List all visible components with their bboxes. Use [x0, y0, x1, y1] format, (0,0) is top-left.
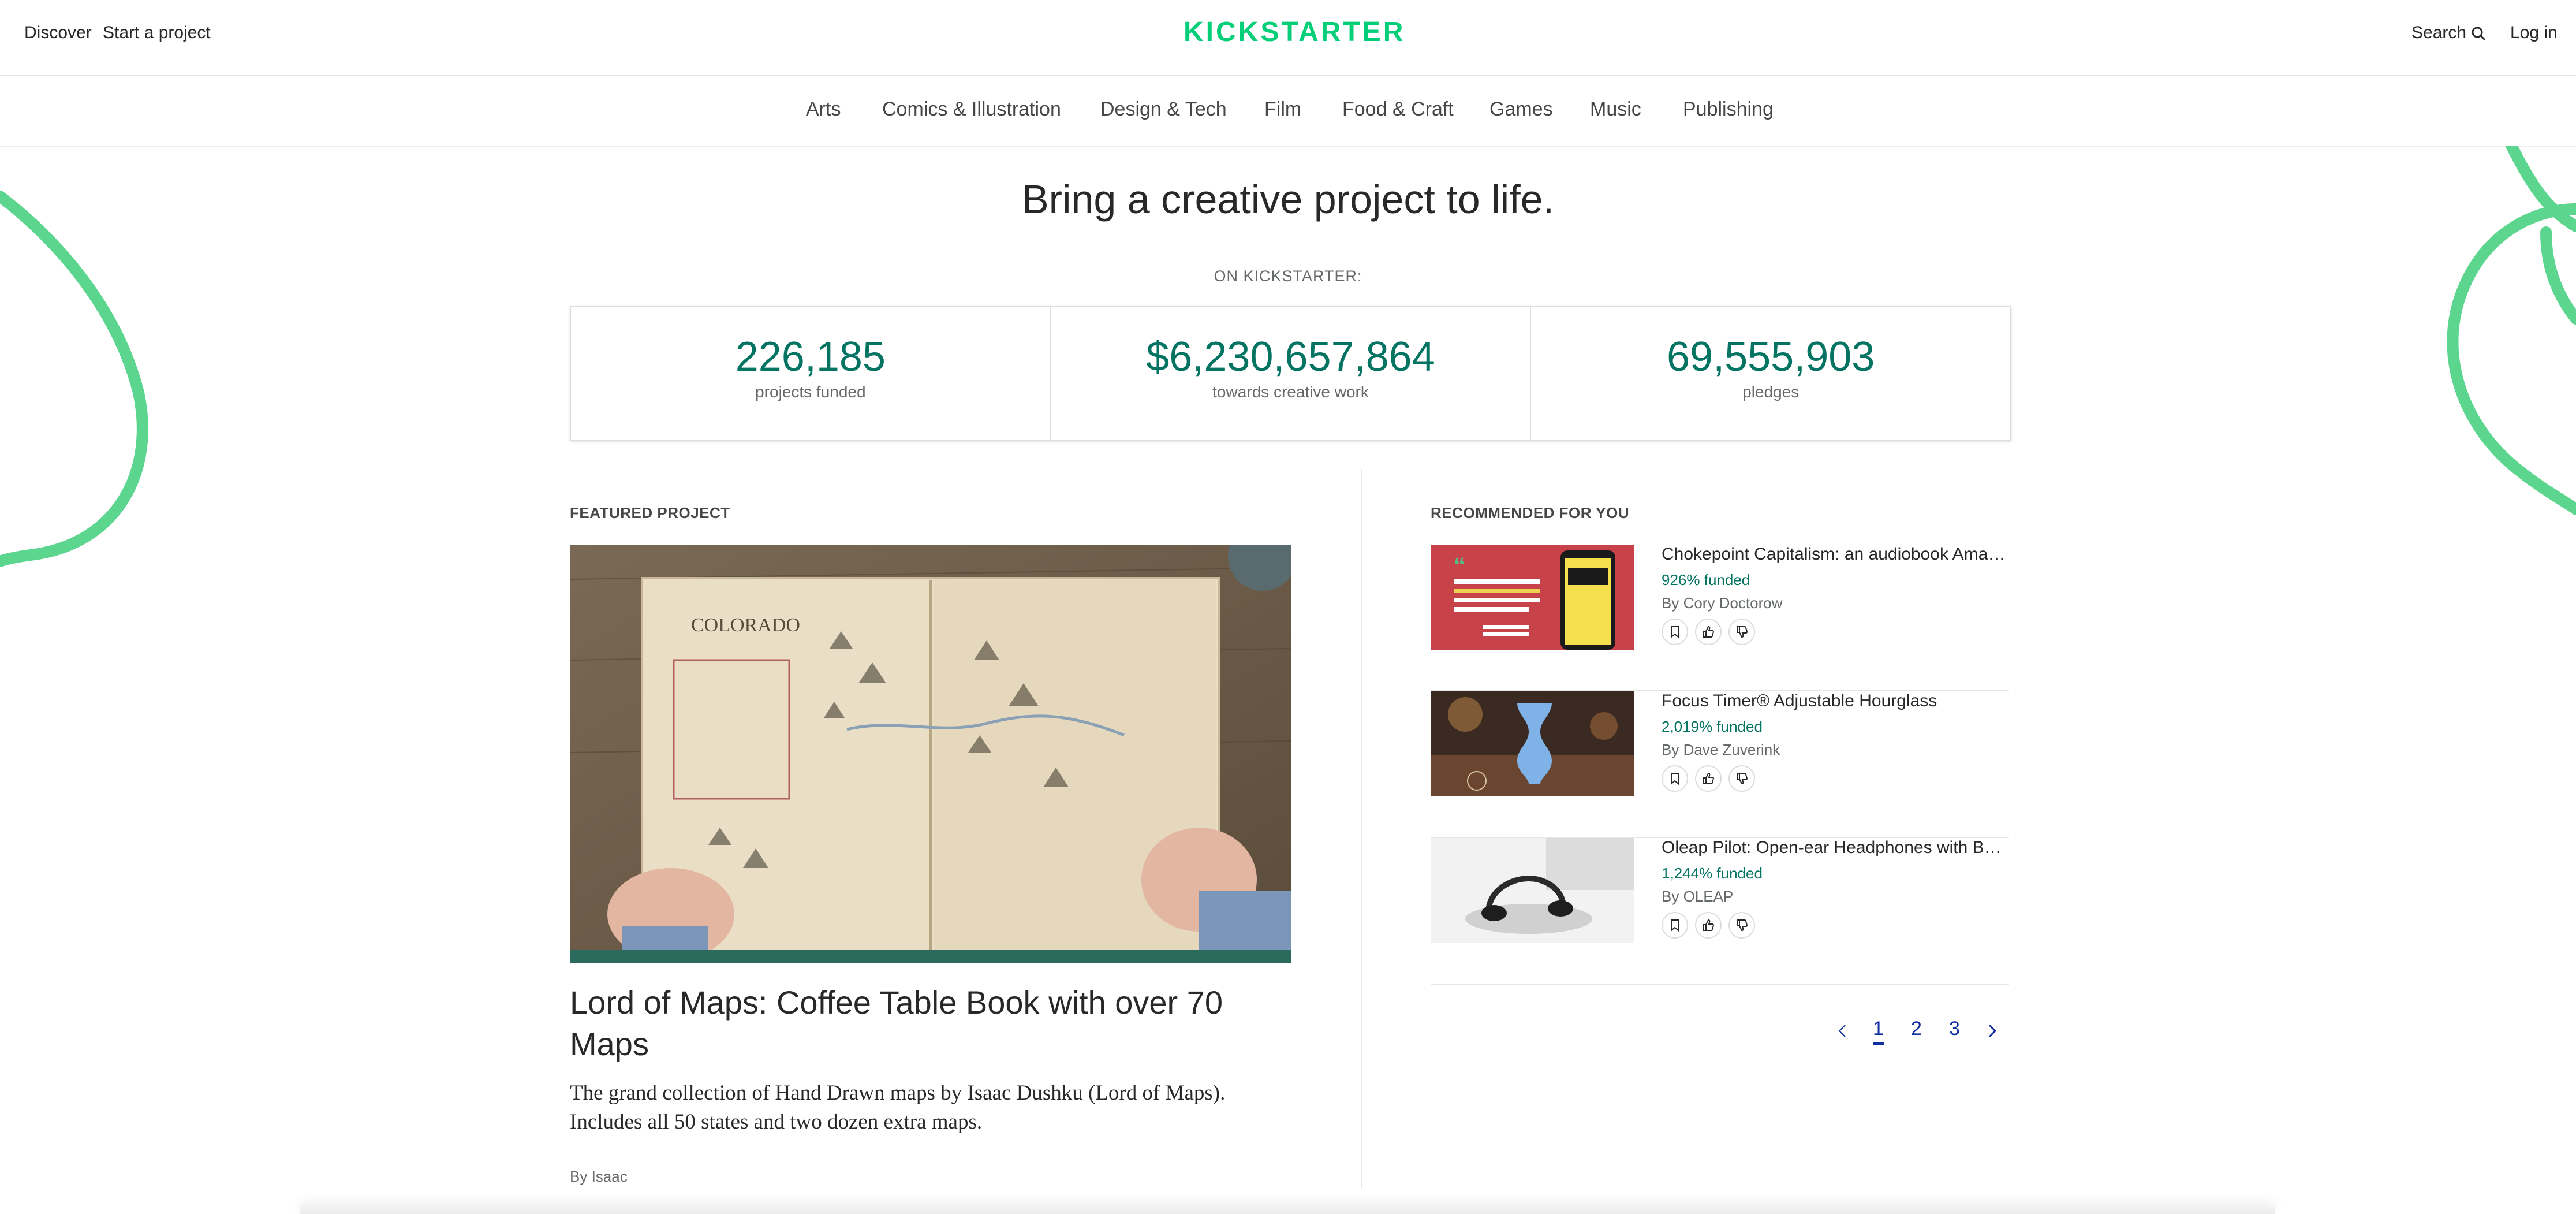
project-thumbnail[interactable]: [1431, 838, 1634, 943]
thumbs-down-button[interactable]: [1728, 619, 1755, 645]
category-games[interactable]: Games: [1489, 98, 1553, 121]
previous-page-icon[interactable]: [1836, 1022, 1849, 1040]
search-label: Search: [2411, 23, 2467, 42]
featured-project-title[interactable]: Lord of Maps: Coffee Table Book with ove…: [570, 982, 1291, 1065]
category-nav: Arts Comics & Illustration Design & Tech…: [0, 76, 2576, 147]
top-navigation-bar: Discover Start a project KICKSTARTER Sea…: [0, 0, 2576, 76]
next-page-icon[interactable]: [1986, 1022, 1999, 1040]
featured-section-label: FEATURED PROJECT: [570, 504, 730, 522]
bookmark-icon: [1671, 773, 1679, 785]
stats-label: ON KICKSTARTER:: [1214, 267, 1362, 285]
project-creator[interactable]: By Dave Zuverink: [1662, 741, 1780, 759]
hero-title: Bring a creative project to life.: [1021, 177, 1555, 222]
thumbs-down-button[interactable]: [1728, 912, 1755, 939]
image-accent-bar: [570, 950, 1291, 963]
bookmark-button[interactable]: [1662, 619, 1688, 645]
recommended-item[interactable]: “ Chokepoint Capitalism: an audiobook Am…: [1431, 545, 2009, 691]
bottom-panel-edge: [300, 1206, 2275, 1214]
hourglass-thumbnail-art: [1431, 691, 1634, 796]
thumbs-down-button[interactable]: [1728, 765, 1755, 792]
featured-project-image[interactable]: COLORADO: [570, 545, 1291, 963]
map-book-illustration: COLORADO: [570, 545, 1291, 963]
thumbs-up-button[interactable]: [1695, 765, 1722, 792]
project-title[interactable]: Chokepoint Capitalism: an audiobook Amaz…: [1662, 545, 2009, 564]
recommended-item[interactable]: Focus Timer® Adjustable Hourglass 2,019%…: [1431, 691, 2009, 838]
project-thumbnail[interactable]: [1431, 691, 1634, 796]
featured-project-blurb: The grand collection of Hand Drawn maps …: [570, 1081, 1226, 1134]
column-divider: [1361, 469, 1362, 1188]
stat-value: 69,555,903: [1667, 334, 1875, 380]
stat-label: pledges: [1742, 383, 1800, 401]
stat-pledges: 69,555,903 pledges: [1531, 307, 2010, 440]
stats-panel: 226,185 projects funded $6,230,657,864 t…: [570, 306, 2011, 441]
project-creator[interactable]: By Cory Doctorow: [1662, 594, 1783, 612]
stat-label: towards creative work: [1212, 383, 1369, 401]
category-arts[interactable]: Arts: [806, 98, 841, 121]
thumbs-up-icon: [1703, 625, 1715, 638]
bookmark-button[interactable]: [1662, 912, 1688, 939]
funded-percentage: 2,019% funded: [1662, 718, 1763, 735]
project-thumbnail[interactable]: “: [1431, 545, 1634, 650]
audiobook-thumbnail-art: “: [1431, 545, 1634, 650]
decorative-squiggle-left: [0, 191, 148, 567]
category-film[interactable]: Film: [1264, 98, 1301, 121]
page-1-link[interactable]: 1: [1873, 1018, 1884, 1045]
funded-percentage: 926% funded: [1662, 571, 1750, 589]
bookmark-icon: [1671, 626, 1679, 638]
kickstarter-logo[interactable]: KICKSTARTER: [1184, 16, 1405, 48]
project-actions: [1662, 765, 1755, 792]
project-creator[interactable]: By OLEAP: [1662, 888, 1733, 906]
category-design-tech[interactable]: Design & Tech: [1100, 98, 1227, 121]
stat-projects-funded: 226,185 projects funded: [571, 307, 1051, 440]
discover-link[interactable]: Discover: [24, 23, 92, 43]
login-link[interactable]: Log in: [2510, 23, 2558, 43]
project-actions: [1662, 619, 1755, 645]
stat-value: $6,230,657,864: [1146, 334, 1435, 380]
project-title[interactable]: Focus Timer® Adjustable Hourglass: [1662, 691, 2009, 711]
thumbs-up-button[interactable]: [1695, 912, 1722, 939]
funded-percentage: 1,244% funded: [1662, 865, 1763, 882]
thumbs-up-icon: [1703, 772, 1715, 784]
thumbs-up-button[interactable]: [1695, 619, 1722, 645]
category-food-craft[interactable]: Food & Craft: [1342, 98, 1454, 121]
project-actions: [1662, 912, 1755, 939]
headphones-thumbnail-art: [1431, 838, 1634, 943]
thumbs-down-icon: [1737, 919, 1748, 932]
search-icon: [2472, 27, 2486, 41]
category-publishing[interactable]: Publishing: [1683, 98, 1774, 121]
search-button[interactable]: Search: [2411, 23, 2486, 43]
featured-project-creator[interactable]: By Isaac: [570, 1168, 628, 1186]
recommended-item[interactable]: Oleap Pilot: Open-ear Headphones with Be…: [1431, 838, 2009, 985]
page-3-link[interactable]: 3: [1949, 1018, 1960, 1040]
svg-text:“: “: [1454, 553, 1465, 579]
category-music[interactable]: Music: [1590, 98, 1641, 121]
project-title[interactable]: Oleap Pilot: Open-ear Headphones with Be…: [1662, 838, 2009, 858]
stat-label: projects funded: [755, 383, 866, 401]
thumbs-up-icon: [1703, 919, 1715, 931]
page-2-link[interactable]: 2: [1911, 1018, 1922, 1040]
bookmark-button[interactable]: [1662, 765, 1688, 792]
stat-value: 226,185: [735, 334, 886, 380]
thumbs-down-icon: [1737, 626, 1748, 638]
svg-text:COLORADO: COLORADO: [691, 615, 800, 636]
category-comics-illustration[interactable]: Comics & Illustration: [882, 98, 1061, 121]
recommended-section-label: RECOMMENDED FOR YOU: [1431, 504, 1630, 522]
start-project-link[interactable]: Start a project: [103, 23, 211, 43]
stat-creative-work: $6,230,657,864 towards creative work: [1051, 307, 1532, 440]
thumbs-down-icon: [1737, 773, 1748, 785]
bookmark-icon: [1671, 919, 1679, 932]
